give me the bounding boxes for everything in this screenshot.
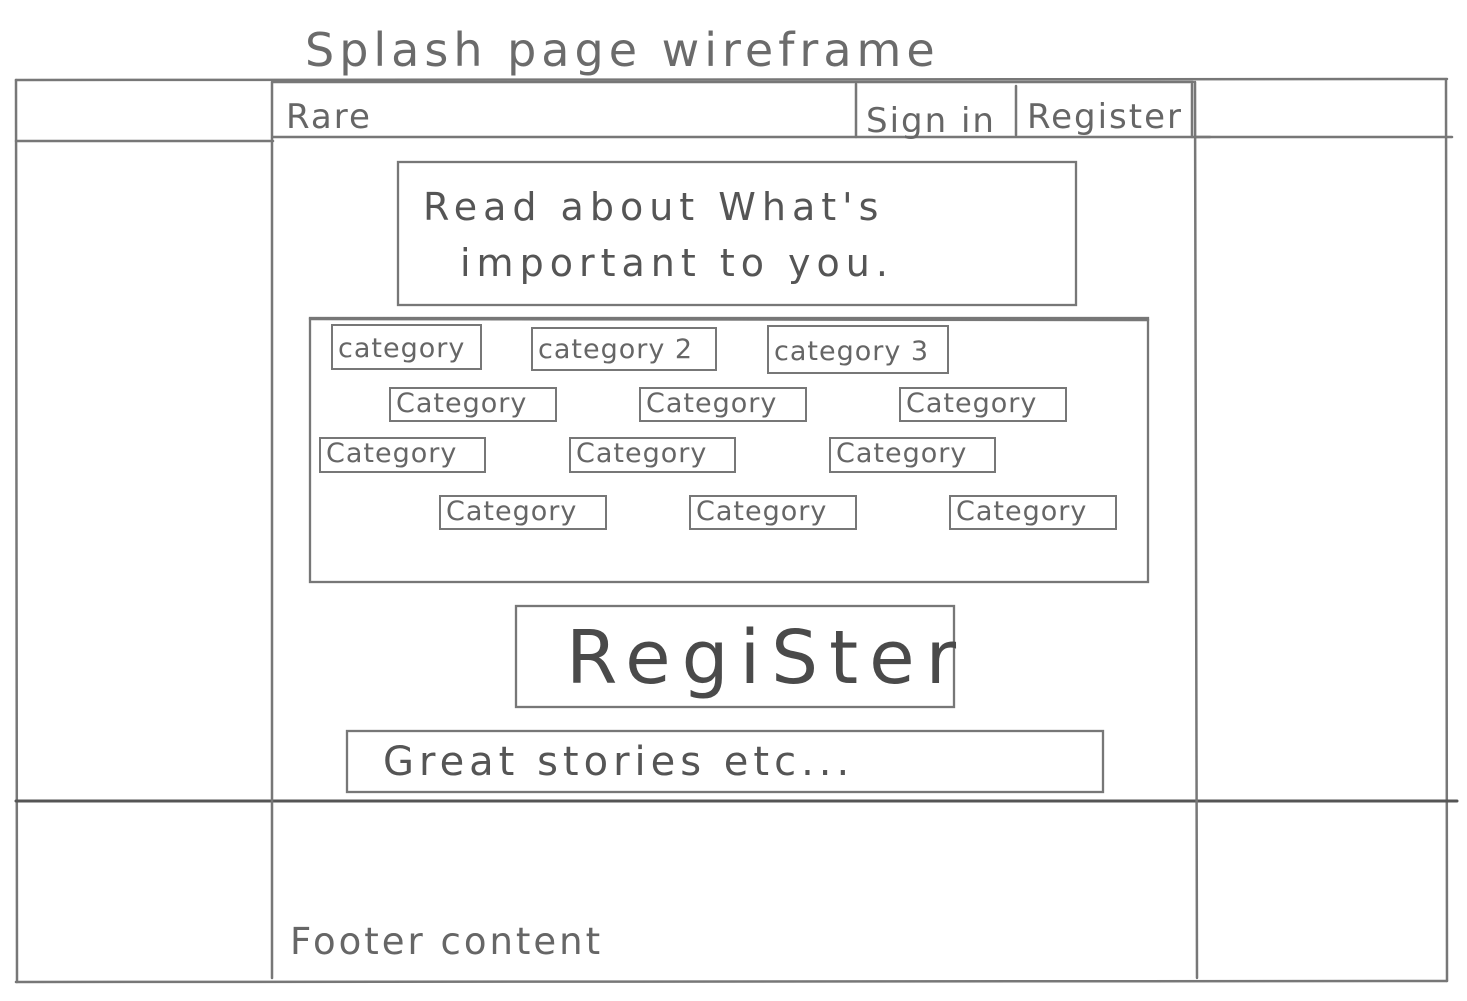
wireframe-title: Splash page wireframe — [305, 23, 940, 77]
register-button[interactable]: RegiSter — [566, 615, 967, 701]
category-tag[interactable]: Category — [949, 495, 1117, 530]
category-tag-label[interactable]: Category — [906, 388, 1037, 419]
category-tag-label[interactable]: category 2 — [538, 334, 693, 365]
logo-text: Rare — [286, 97, 372, 137]
nav-sign-in-link[interactable]: Sign in — [866, 101, 996, 141]
category-tag[interactable]: category 3 — [767, 325, 949, 374]
category-tag[interactable]: Category — [389, 387, 557, 422]
hero-line-2: important to you. — [460, 241, 894, 285]
category-tag[interactable]: Category — [639, 387, 807, 422]
category-tag-label[interactable]: category 3 — [774, 336, 929, 367]
category-tag-label[interactable]: Category — [396, 388, 527, 419]
category-tag-label[interactable]: Category — [326, 438, 457, 469]
footer-text: Footer content — [290, 920, 603, 963]
category-tag[interactable]: category — [331, 324, 482, 370]
category-tag-label[interactable]: category — [338, 333, 465, 364]
hero-line-1: Read about What's — [423, 185, 884, 229]
category-tag-label[interactable]: Category — [956, 496, 1087, 527]
category-tag-label[interactable]: Category — [446, 496, 577, 527]
nav-register-link[interactable]: Register — [1027, 97, 1183, 137]
splash-wireframe-sketch: Splash page wireframe Rare Sign in Regis… — [14, 23, 1459, 984]
category-tag-label[interactable]: Category — [576, 438, 707, 469]
category-tag[interactable]: Category — [689, 495, 857, 530]
category-tag[interactable]: Category — [829, 437, 996, 473]
category-tag-label[interactable]: Category — [696, 496, 827, 527]
category-tags: category category 2 category 3 Category Cate… — [319, 324, 1117, 530]
category-tag[interactable]: Category — [569, 437, 736, 473]
category-tag[interactable]: Category — [439, 495, 607, 530]
category-tag[interactable]: Category — [319, 437, 486, 473]
category-tag-label[interactable]: Category — [646, 388, 777, 419]
stories-text: Great stories etc... — [383, 739, 854, 785]
category-tag[interactable]: Category — [899, 387, 1067, 422]
category-tag-label[interactable]: Category — [836, 438, 967, 469]
category-tag[interactable]: category 2 — [531, 327, 717, 371]
